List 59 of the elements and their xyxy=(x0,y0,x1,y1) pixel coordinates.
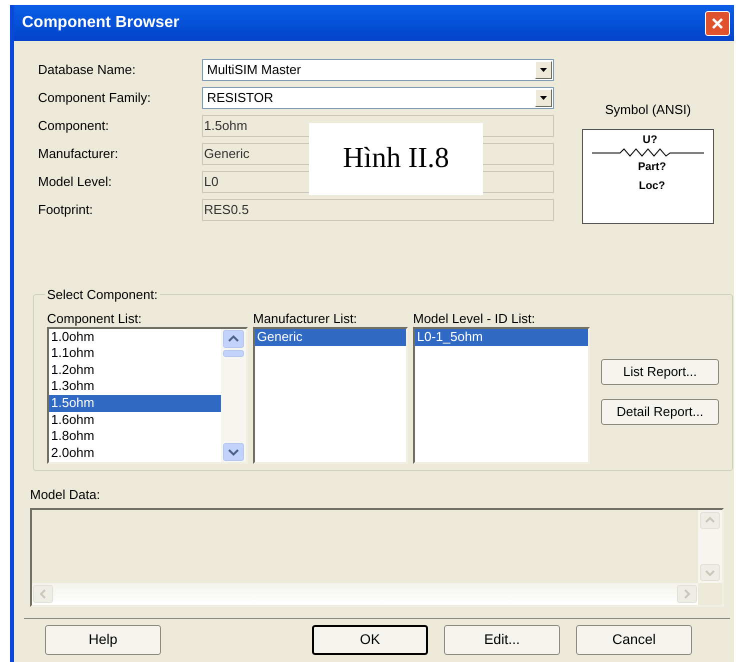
field-label: Model Level: xyxy=(38,173,113,192)
report-button[interactable]: Detail Report... xyxy=(601,398,719,424)
field-label: Component: xyxy=(38,117,110,136)
scrollbar[interactable] xyxy=(221,328,246,462)
readonly-field-value: L0 xyxy=(204,173,218,192)
list-label: Model Level - ID List: xyxy=(413,310,536,324)
dropdown[interactable]: RESISTOR xyxy=(202,87,554,109)
model-data-label: Model Data: xyxy=(30,486,102,504)
list-box[interactable]: Generic xyxy=(253,326,408,464)
figure-caption: Hình II.8 xyxy=(309,123,483,195)
model-data-box[interactable] xyxy=(30,508,724,606)
dialog-button[interactable]: OK xyxy=(312,624,428,654)
group-title: Select Component: xyxy=(46,286,159,304)
dialog-button[interactable]: Edit... xyxy=(444,624,560,654)
dropdown-arrow-button[interactable] xyxy=(535,61,552,79)
symbol-label: Symbol (ANSI) xyxy=(605,101,691,119)
readonly-field-value: 1.5ohm xyxy=(204,117,248,136)
list-item[interactable]: 1.0ohm xyxy=(49,328,221,346)
readonly-field-value: RES0.5 xyxy=(204,201,249,220)
list-item[interactable]: 1.2ohm xyxy=(49,362,221,378)
list-box[interactable]: 1.0ohm 1.1ohm 1.2ohm 1.3ohm 1.5ohm 1.6ohm 1.8ohm 2.0ohm xyxy=(47,326,248,464)
dropdown-value: RESISTOR xyxy=(207,89,274,108)
dialog-button[interactable]: Cancel xyxy=(576,624,692,654)
dropdown-value: MultiSIM Master xyxy=(207,61,301,80)
readonly-field-value: Generic xyxy=(204,145,250,164)
list-label: Component List: xyxy=(47,310,143,324)
list-box[interactable]: L0-1_5ohm xyxy=(413,326,590,464)
list-item[interactable]: 1.5ohm xyxy=(49,395,221,412)
dropdown[interactable]: MultiSIM Master xyxy=(202,59,554,81)
field-label: Component Family: xyxy=(38,89,152,108)
dialog-button[interactable]: Help xyxy=(45,624,161,654)
field-label: Footprint: xyxy=(38,201,94,220)
list-item[interactable]: Generic xyxy=(255,328,406,346)
down-triangle-icon xyxy=(540,96,547,100)
dropdown-arrow-button[interactable] xyxy=(535,89,552,107)
scroll-thumb-icon[interactable] xyxy=(223,350,244,356)
scroll-left-icon[interactable] xyxy=(33,584,53,602)
location-text: Loc? xyxy=(638,180,666,192)
scroll-up-icon[interactable] xyxy=(223,330,244,348)
close-button[interactable] xyxy=(705,10,730,36)
report-button[interactable]: List Report... xyxy=(601,358,719,384)
scroll-right-icon[interactable] xyxy=(677,584,697,602)
list-item[interactable]: 1.1ohm xyxy=(49,345,221,362)
window-title: Component Browser xyxy=(22,13,180,33)
field-label: Database Name: xyxy=(38,61,137,80)
list-item[interactable]: 1.6ohm xyxy=(49,412,221,428)
close-icon xyxy=(711,16,724,30)
list-item[interactable]: 1.3ohm xyxy=(49,378,221,395)
part-text: Part? xyxy=(638,160,666,174)
scroll-down-icon[interactable] xyxy=(223,442,244,460)
list-item[interactable]: 2.0ohm xyxy=(49,444,221,462)
reference-text: U? xyxy=(642,134,658,146)
resistor-symbol-icon xyxy=(592,146,704,156)
field-label: Manufacturer: xyxy=(38,145,120,164)
horizontal-scrollbar[interactable] xyxy=(32,582,698,604)
list-item[interactable]: 1.8ohm xyxy=(49,428,221,445)
list-label: Manufacturer List: xyxy=(253,310,358,324)
down-triangle-icon xyxy=(540,68,547,72)
list-item[interactable]: L0-1_5ohm xyxy=(415,328,588,346)
